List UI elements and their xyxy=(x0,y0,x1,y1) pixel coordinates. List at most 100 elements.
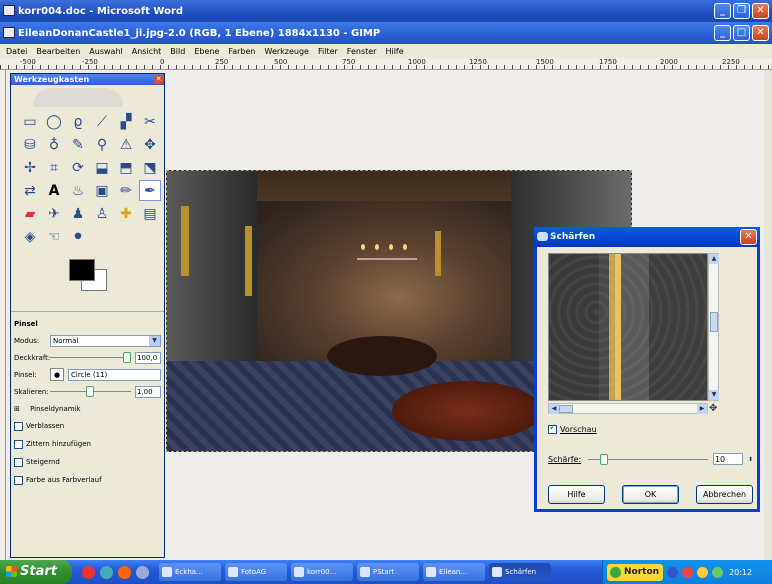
brush-preview-icon[interactable]: ● xyxy=(50,368,64,381)
zoom-icon[interactable]: ⚲ xyxy=(91,134,113,155)
network-icon[interactable] xyxy=(667,566,679,578)
menu-ebene[interactable]: Ebene xyxy=(194,47,219,56)
sharpen-dialog-titlebar[interactable]: Schärfen ✕ xyxy=(534,227,760,247)
task-pstart[interactable]: PStart xyxy=(357,563,419,581)
measure-icon[interactable]: ⚠ xyxy=(115,134,137,155)
norton-button[interactable]: Norton xyxy=(607,563,664,581)
scroll-up-icon[interactable]: ▲ xyxy=(709,254,719,264)
toolbox-titlebar[interactable]: Werkzeugkasten ✕ xyxy=(11,74,164,85)
menu-bearbeiten[interactable]: Bearbeiten xyxy=(36,47,80,56)
scissors-icon[interactable]: ✂ xyxy=(139,111,161,132)
word-minimize-button[interactable]: _ xyxy=(714,3,731,19)
gimp-maximize-button[interactable]: □ xyxy=(733,25,750,41)
scroll-left-icon[interactable]: ◀ xyxy=(549,404,559,414)
start-button[interactable]: Start xyxy=(0,560,72,584)
brush-select[interactable]: Circle (11) xyxy=(68,368,161,381)
toolbox-close-icon[interactable]: ✕ xyxy=(154,75,163,84)
bucket-fill-icon[interactable]: ♨ xyxy=(67,180,89,201)
fade-checkbox[interactable] xyxy=(14,421,23,431)
incremental-checkbox[interactable] xyxy=(14,457,23,467)
scale-value[interactable]: 1,00 xyxy=(135,385,161,398)
fuzzy-select-icon[interactable]: ⟋ xyxy=(91,111,113,132)
canvas-vertical-scrollbar[interactable] xyxy=(764,70,772,560)
menu-filter[interactable]: Filter xyxy=(318,47,338,56)
menu-fenster[interactable]: Fenster xyxy=(347,47,377,56)
menu-ansicht[interactable]: Ansicht xyxy=(132,47,162,56)
preview-horizontal-scrollbar[interactable]: ◀ ▶ xyxy=(548,403,708,414)
messenger-icon[interactable] xyxy=(697,566,709,578)
dynamics-label[interactable]: Pinseldynamik xyxy=(30,405,80,413)
quicklaunch-icon[interactable] xyxy=(100,565,113,579)
menu-datei[interactable]: Datei xyxy=(6,47,27,56)
ok-button[interactable]: OK xyxy=(622,485,679,504)
rect-select-icon[interactable]: ▭ xyxy=(19,111,41,132)
align-icon[interactable]: ✢ xyxy=(19,157,41,178)
menu-hilfe[interactable]: Hilfe xyxy=(385,47,403,56)
sharpen-preview[interactable] xyxy=(548,253,708,401)
preview-checkbox[interactable] xyxy=(548,423,557,434)
scroll-thumb[interactable] xyxy=(559,405,573,413)
paths-icon[interactable]: ♁ xyxy=(43,134,65,155)
quicklaunch-icon[interactable] xyxy=(118,565,131,579)
scroll-down-icon[interactable]: ▼ xyxy=(709,390,719,400)
gimp-titlebar[interactable]: EileanDonanCastle1_ji.jpg-2.0 (RGB, 1 Eb… xyxy=(0,22,772,44)
rotate-icon[interactable]: ⟳ xyxy=(67,157,89,178)
task-fotoag[interactable]: FotoAG xyxy=(225,563,287,581)
clone-icon[interactable]: ♙ xyxy=(91,203,113,224)
blur-icon[interactable]: ◈ xyxy=(19,226,41,247)
foreground-select-icon[interactable]: ⛁ xyxy=(19,134,41,155)
expand-icon[interactable]: ⊞ xyxy=(14,405,20,413)
task-korr[interactable]: korr00... xyxy=(291,563,353,581)
opacity-slider-knob[interactable] xyxy=(123,352,131,363)
pencil-icon[interactable]: ✏ xyxy=(115,180,137,201)
heal-icon[interactable]: ✚ xyxy=(115,203,137,224)
word-close-button[interactable]: ✕ xyxy=(752,3,769,19)
airbrush-icon[interactable]: ✈ xyxy=(43,203,65,224)
jitter-checkbox[interactable] xyxy=(14,439,23,449)
gimp-minimize-button[interactable]: _ xyxy=(714,25,731,41)
dialog-close-button[interactable]: ✕ xyxy=(740,229,757,245)
preview-vertical-scrollbar[interactable]: ▲ ▼ xyxy=(708,253,719,401)
word-titlebar[interactable]: korr004.doc - Microsoft Word _ ❐ ✕ xyxy=(0,0,772,22)
sharpness-slider-knob[interactable] xyxy=(600,453,609,465)
security-icon[interactable] xyxy=(682,566,694,578)
scale-slider[interactable] xyxy=(50,386,131,397)
perspective-icon[interactable]: ⬔ xyxy=(139,157,161,178)
smudge-icon[interactable]: ☜ xyxy=(43,226,65,247)
menu-auswahl[interactable]: Auswahl xyxy=(89,47,122,56)
quicklaunch-icon[interactable] xyxy=(136,565,149,579)
word-restore-button[interactable]: ❐ xyxy=(733,3,750,19)
eraser-icon[interactable]: ▰ xyxy=(19,203,41,224)
spin-arrows-icon[interactable]: ⬍ xyxy=(748,456,753,463)
shear-icon[interactable]: ⬒ xyxy=(115,157,137,178)
task-schaerfen[interactable]: Schärfen xyxy=(489,563,551,581)
opacity-slider[interactable] xyxy=(50,352,131,363)
color-picker-icon[interactable]: ✎ xyxy=(67,134,89,155)
blend-icon[interactable]: ▣ xyxy=(91,180,113,201)
flip-icon[interactable]: ⇄ xyxy=(19,180,41,201)
gimp-close-button[interactable]: ✕ xyxy=(752,25,769,41)
scroll-right-icon[interactable]: ▶ xyxy=(697,404,707,414)
navigate-icon[interactable]: ✥ xyxy=(709,403,717,414)
scroll-thumb[interactable] xyxy=(710,312,718,332)
ellipse-select-icon[interactable]: ◯ xyxy=(43,111,65,132)
gradient-color-checkbox[interactable] xyxy=(14,475,23,485)
menu-werkzeuge[interactable]: Werkzeuge xyxy=(265,47,309,56)
color-select-icon[interactable]: ▞ xyxy=(115,111,137,132)
crop-icon[interactable]: ⌗ xyxy=(43,157,65,178)
sharpness-slider[interactable] xyxy=(588,453,708,465)
horizontal-ruler[interactable]: -500 -250 0 250 500 750 1000 1250 1500 1… xyxy=(0,58,772,70)
cancel-button[interactable]: Abbrechen xyxy=(696,485,753,504)
perspective-clone-icon[interactable]: ▤ xyxy=(139,203,161,224)
task-eilean[interactable]: Eilean... xyxy=(423,563,485,581)
dodge-burn-icon[interactable]: ⚫ xyxy=(67,226,89,247)
free-select-icon[interactable]: ϱ xyxy=(67,111,89,132)
menu-farben[interactable]: Farben xyxy=(228,47,255,56)
mode-select[interactable]: Normal ▼ xyxy=(50,334,161,347)
menu-bild[interactable]: Bild xyxy=(170,47,185,56)
move-icon[interactable]: ✥ xyxy=(139,134,161,155)
ink-icon[interactable]: ♟ xyxy=(67,203,89,224)
volume-icon[interactable] xyxy=(712,566,724,578)
scale-icon[interactable]: ⬓ xyxy=(91,157,113,178)
sharpness-value[interactable]: 10 xyxy=(712,453,743,465)
